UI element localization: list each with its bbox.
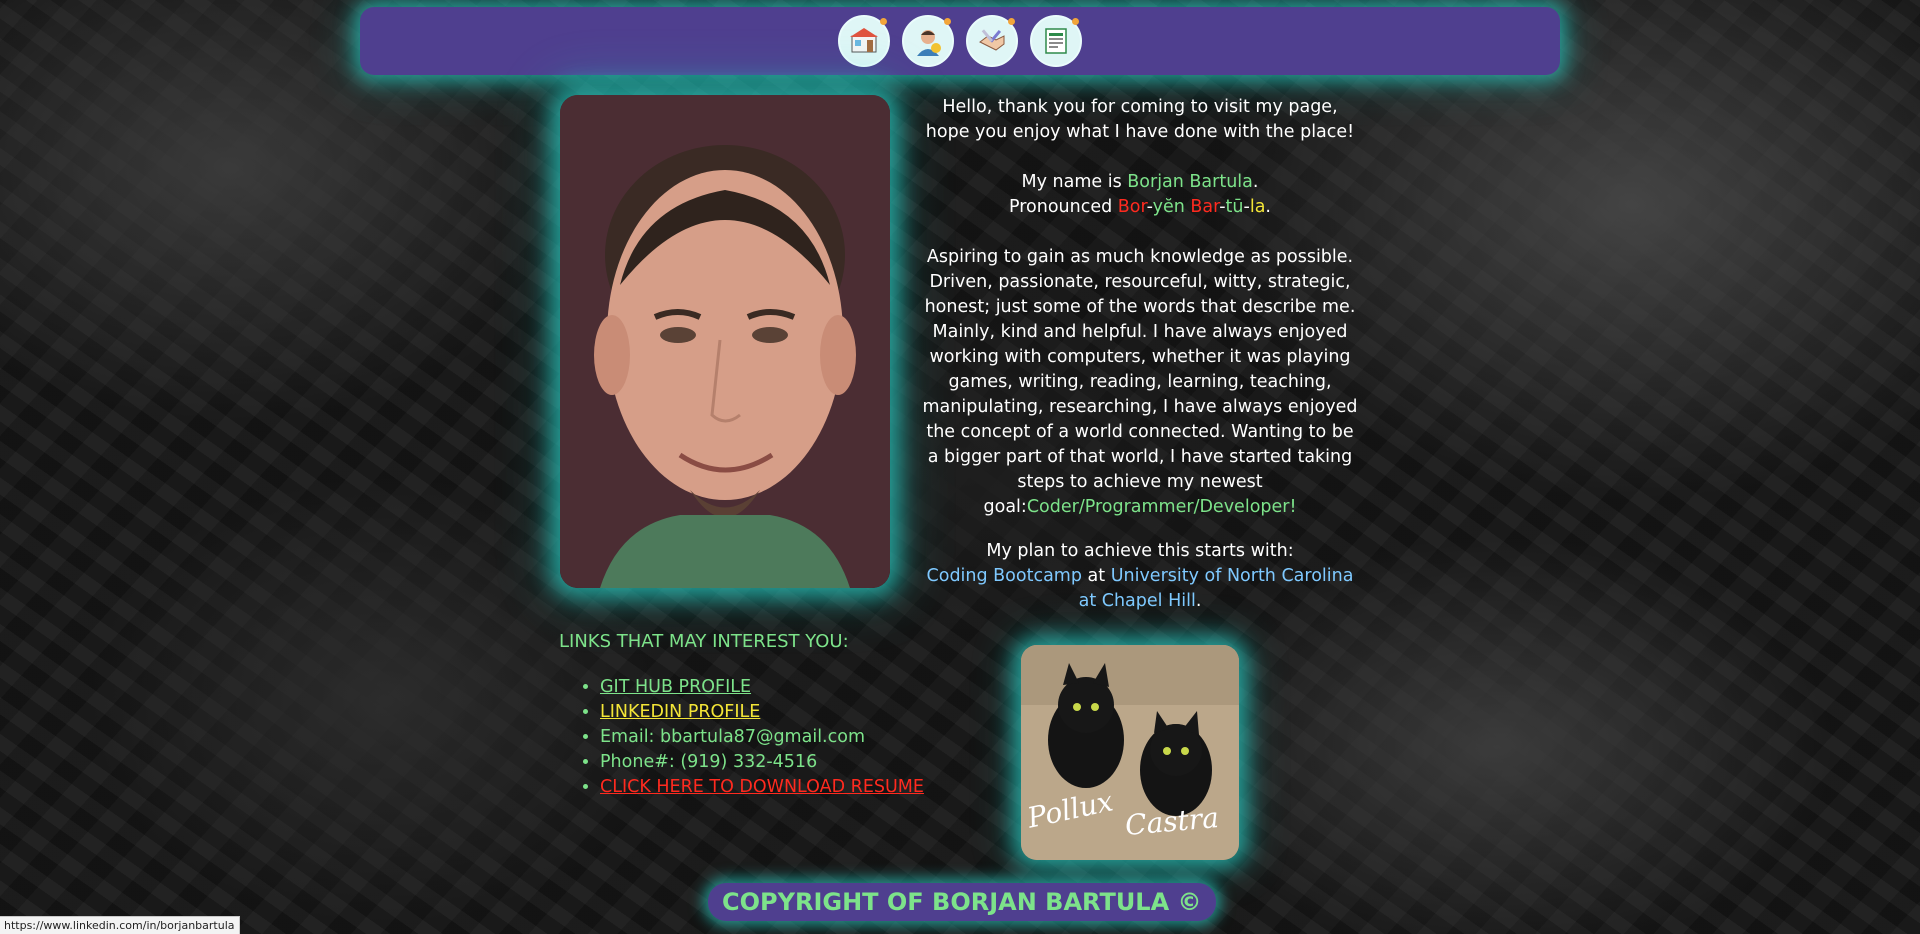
top-navbar [360,7,1560,75]
plan-period: . [1195,591,1202,611]
home-store-icon[interactable] [838,15,890,67]
portfolio-document-icon[interactable] [1030,15,1082,67]
plan-at: at [1081,566,1111,586]
phone-item: Phone#: (919) 332-4516 [600,750,924,775]
pron-part: Bor [1117,197,1147,217]
copyright-banner: COPYRIGHT OF BORJAN BARTULA © [708,883,1216,921]
linkedin-profile-link[interactable]: LINKEDIN PROFILE [600,702,760,722]
bio-plan-line: Coding Bootcamp at University of North C… [920,564,1360,614]
pron-suffix: . [1265,197,1271,217]
pron-part: yĕn [1152,197,1185,217]
pron-part: la [1249,197,1266,217]
tools-handshake-icon[interactable] [966,15,1018,67]
pron-part: tū [1225,197,1244,217]
bio-section: Hello, thank you for coming to visit my … [920,95,1360,614]
bio-intro: Hello, thank you for coming to visit my … [925,97,1355,142]
bio-plan-intro: My plan to achieve this starts with: [986,541,1294,561]
email-item: Email: bbartula87@gmail.com [600,725,924,750]
name-highlight: Borjan Bartula [1127,172,1253,192]
links-list: GIT HUB PROFILE LINKEDIN PROFILE Email: … [578,675,924,800]
list-item: LINKEDIN PROFILE [600,700,924,725]
bio-about: Aspiring to gain as much knowledge as po… [920,245,1360,520]
github-profile-link[interactable]: GIT HUB PROFILE [600,677,751,697]
links-heading: LINKS THAT MAY INTEREST YOU: [559,631,849,652]
name-suffix: . [1252,172,1259,192]
bio-name-line: My name is Borjan Bartula. [920,170,1360,195]
download-resume-link[interactable]: CLICK HERE TO DOWNLOAD RESUME [600,777,924,797]
bio-pronunciation-line: Pronounced Bor-yĕn Bar-tū-la. [920,195,1360,220]
pron-prefix: Pronounced [1008,197,1118,217]
about-person-icon[interactable] [902,15,954,67]
about-text: Aspiring to gain as much knowledge as po… [922,247,1358,517]
goal-highlight: Coder/Programmer/Developer! [1026,497,1297,517]
university-link[interactable]: University of North Carolina at Chapel H… [1079,566,1354,611]
bootcamp-link[interactable]: Coding Bootcamp [927,566,1082,586]
list-item: CLICK HERE TO DOWNLOAD RESUME [600,775,924,800]
browser-status-url: https://www.linkedin.com/in/borjanbartul… [0,916,240,934]
pron-part: Bar [1190,197,1220,217]
profile-photo [560,95,890,588]
cats-photo: Pollux Castra [1021,645,1239,860]
list-item: GIT HUB PROFILE [600,675,924,700]
name-prefix: My name is [1021,172,1128,192]
